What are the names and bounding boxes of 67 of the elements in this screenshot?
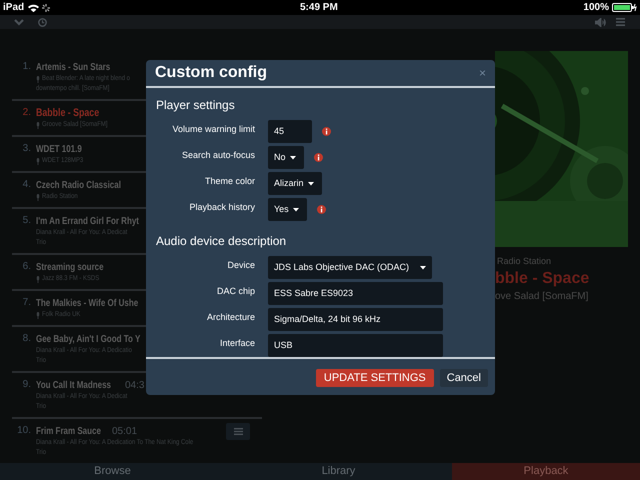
track-duration: 04:3: [125, 378, 144, 392]
field-label: Architecture: [206, 311, 255, 324]
input-field[interactable]: USB: [268, 334, 443, 357]
now-playing-title: bble - Space: [495, 268, 590, 289]
track-title: Streaming source: [36, 260, 104, 275]
track-number: 3.: [22, 142, 32, 156]
battery-percent: 100%: [583, 1, 609, 15]
caret-icon: [292, 208, 299, 212]
menu-icon[interactable]: [616, 18, 625, 26]
tab[interactable]: Library: [225, 463, 452, 480]
field-label: Volume warning limit: [171, 123, 255, 136]
wifi-icon: [28, 4, 40, 12]
track-number: 9.: [22, 378, 32, 392]
track-number: 6.: [22, 260, 32, 274]
update-settings-button[interactable]: UPDATE SETTINGS: [316, 369, 434, 387]
field-label: Theme color: [204, 175, 255, 188]
station-name: ove Salad [SomaFM]: [495, 290, 590, 304]
close-button[interactable]: ×: [478, 67, 486, 79]
track-title: You Call It Madness: [36, 378, 111, 392]
input-field[interactable]: Sigma/Delta, 24 bit 96 kHz: [268, 308, 443, 331]
caret-icon: [290, 156, 296, 160]
track-number: 7.: [22, 296, 32, 310]
microphone-icon: [36, 158, 40, 165]
select-field[interactable]: Yes: [268, 198, 307, 221]
field-label: Device: [226, 259, 255, 272]
select-field[interactable]: No: [268, 146, 304, 169]
track-title: Artemis - Sun Stars: [36, 60, 110, 74]
track-duration: 05:01: [112, 424, 138, 438]
track-title: Babble - Space: [36, 106, 100, 120]
track-title: The Malkies - Wife Of Ushe: [36, 296, 138, 310]
microphone-icon: [36, 312, 40, 319]
field-label: Search auto-focus: [180, 149, 255, 162]
input-field[interactable]: 45: [268, 120, 312, 143]
track-number: 2.: [22, 106, 32, 120]
field-label: Interface: [218, 337, 255, 350]
input-field[interactable]: ESS Sabre ES9023: [268, 282, 443, 305]
track-title: Gee Baby, Ain't I Good To Y: [36, 332, 140, 346]
station-type: Radio Station: [496, 255, 552, 268]
track-number: 1.: [22, 60, 32, 74]
cancel-button[interactable]: Cancel: [440, 369, 488, 387]
speaker-icon[interactable]: [595, 18, 606, 27]
track-title: I'm An Errand Girl For Rhyt: [36, 214, 139, 228]
track-number: 5.: [22, 214, 32, 228]
tab[interactable]: Playback: [452, 463, 640, 480]
track-number: 10.: [16, 424, 32, 438]
microphone-icon: [36, 76, 40, 83]
clock-time: 5:49 PM: [300, 1, 338, 15]
microphone-icon: [36, 276, 40, 283]
select-field[interactable]: JDS Labs Objective DAC (ODAC): [268, 256, 432, 279]
track-title: WDET 101.9: [36, 142, 82, 157]
carrier-label: iPad: [3, 1, 24, 15]
track-number: 4.: [22, 178, 32, 192]
chevron-down-icon[interactable]: [14, 18, 24, 26]
tab[interactable]: Browse: [0, 463, 225, 480]
microphone-icon: [36, 122, 40, 129]
menu-button[interactable]: [226, 423, 250, 440]
track-title: Frim Fram Sauce: [36, 424, 101, 438]
select-field[interactable]: Alizarin: [268, 172, 322, 195]
track-number: 8.: [22, 332, 32, 346]
microphone-icon: [36, 194, 40, 201]
caret-icon: [420, 266, 426, 270]
track-title: Czech Radio Classical: [36, 178, 121, 192]
menu-icon: [234, 428, 242, 436]
battery-icon: [612, 3, 637, 12]
caret-icon: [308, 182, 314, 186]
clock-icon[interactable]: [38, 18, 47, 27]
activity-icon: [42, 4, 50, 12]
